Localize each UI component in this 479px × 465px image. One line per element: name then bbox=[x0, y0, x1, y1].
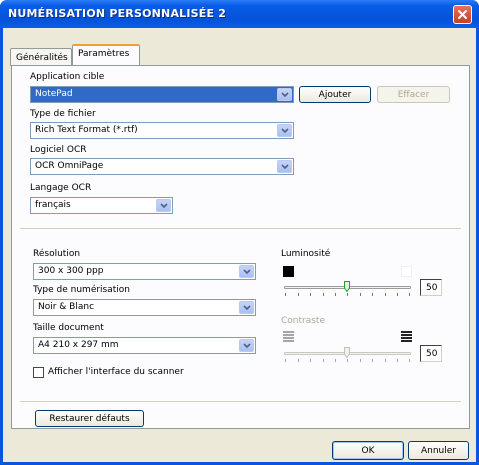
chevron-down-icon bbox=[280, 91, 289, 97]
clear-button[interactable]: Effacer bbox=[377, 86, 450, 103]
brightness-slider-thumb[interactable] bbox=[344, 281, 350, 292]
divider bbox=[20, 228, 461, 230]
ocr-language-dropdown-button[interactable] bbox=[156, 199, 171, 212]
scan-type-label: Type de numérisation bbox=[33, 285, 131, 295]
chevron-down-icon bbox=[242, 342, 251, 348]
ocr-language-select[interactable]: français bbox=[30, 197, 173, 214]
tab-parametres[interactable]: Paramètres bbox=[72, 44, 140, 65]
file-type-select[interactable]: Rich Text Format (*.rtf) bbox=[30, 122, 294, 139]
contrast-value: 50 bbox=[420, 345, 442, 362]
show-scanner-interface-label[interactable]: Afficher l'interface du scanner bbox=[48, 367, 184, 377]
close-button[interactable] bbox=[453, 5, 472, 24]
clear-button-label: Effacer bbox=[397, 89, 430, 100]
ok-button-label: OK bbox=[361, 445, 375, 456]
dark-swatch-icon bbox=[283, 266, 294, 277]
add-button[interactable]: Ajouter bbox=[299, 86, 371, 103]
chevron-down-icon bbox=[280, 163, 289, 169]
low-contrast-icon bbox=[283, 331, 294, 342]
settings-panel: Application cible NotePad Ajouter Efface… bbox=[11, 65, 470, 429]
close-icon bbox=[458, 10, 467, 19]
add-button-label: Ajouter bbox=[318, 89, 352, 100]
document-size-value: A4 210 x 297 mm bbox=[38, 340, 119, 350]
divider bbox=[20, 401, 461, 403]
ocr-software-value: OCR OmniPage bbox=[35, 161, 104, 171]
restore-defaults-label: Restaurer défauts bbox=[49, 413, 130, 424]
scan-type-dropdown-button[interactable] bbox=[239, 301, 254, 314]
file-type-dropdown-button[interactable] bbox=[277, 124, 292, 137]
dialog-body: Généralités Paramètres Application cible… bbox=[3, 28, 476, 462]
resolution-value: 300 x 300 ppp bbox=[38, 266, 104, 276]
resolution-select[interactable]: 300 x 300 ppp bbox=[33, 263, 256, 280]
target-app-select[interactable]: NotePad bbox=[30, 86, 294, 103]
restore-defaults-button[interactable]: Restaurer défauts bbox=[35, 410, 144, 427]
document-size-dropdown-button[interactable] bbox=[239, 339, 254, 352]
ocr-software-label: Logiciel OCR bbox=[30, 145, 87, 155]
tab-parametres-label: Paramètres bbox=[78, 49, 130, 59]
target-app-label: Application cible bbox=[30, 72, 105, 82]
show-scanner-interface-checkbox[interactable] bbox=[33, 367, 44, 378]
ocr-software-dropdown-button[interactable] bbox=[277, 160, 292, 173]
brightness-value[interactable]: 50 bbox=[420, 279, 442, 296]
chevron-down-icon bbox=[242, 304, 251, 310]
target-app-dropdown-button[interactable] bbox=[277, 88, 292, 101]
resolution-dropdown-button[interactable] bbox=[239, 265, 254, 278]
cancel-button-label: Annuler bbox=[420, 445, 456, 456]
document-size-label: Taille document bbox=[33, 323, 104, 333]
target-app-value: NotePad bbox=[35, 89, 73, 99]
light-swatch-icon bbox=[401, 266, 412, 277]
dialog-window: NUMÉRISATION PERSONNALISÉE 2 Généralités… bbox=[0, 0, 479, 465]
tab-generalites[interactable]: Généralités bbox=[10, 48, 72, 66]
chevron-down-icon bbox=[280, 127, 289, 133]
scan-type-select[interactable]: Noir & Blanc bbox=[33, 299, 256, 316]
chevron-down-icon bbox=[242, 268, 251, 274]
brightness-label: Luminosité bbox=[281, 249, 331, 259]
file-type-label: Type de fichier bbox=[30, 109, 96, 119]
document-size-select[interactable]: A4 210 x 297 mm bbox=[33, 337, 256, 354]
resolution-label: Résolution bbox=[33, 249, 81, 259]
ok-button[interactable]: OK bbox=[332, 441, 404, 460]
contrast-slider-thumb[interactable] bbox=[344, 347, 350, 358]
cancel-button[interactable]: Annuler bbox=[408, 441, 469, 460]
ocr-language-value: français bbox=[35, 200, 71, 210]
tab-generalites-label: Généralités bbox=[16, 53, 68, 63]
chevron-down-icon bbox=[159, 202, 168, 208]
contrast-label: Contraste bbox=[281, 316, 325, 326]
ocr-software-select[interactable]: OCR OmniPage bbox=[30, 158, 294, 175]
scan-type-value: Noir & Blanc bbox=[38, 302, 95, 312]
window-title: NUMÉRISATION PERSONNALISÉE 2 bbox=[8, 7, 227, 20]
title-bar[interactable]: NUMÉRISATION PERSONNALISÉE 2 bbox=[0, 0, 479, 28]
ocr-language-label: Langage OCR bbox=[30, 183, 92, 193]
file-type-value: Rich Text Format (*.rtf) bbox=[35, 125, 138, 135]
high-contrast-icon bbox=[401, 331, 412, 342]
